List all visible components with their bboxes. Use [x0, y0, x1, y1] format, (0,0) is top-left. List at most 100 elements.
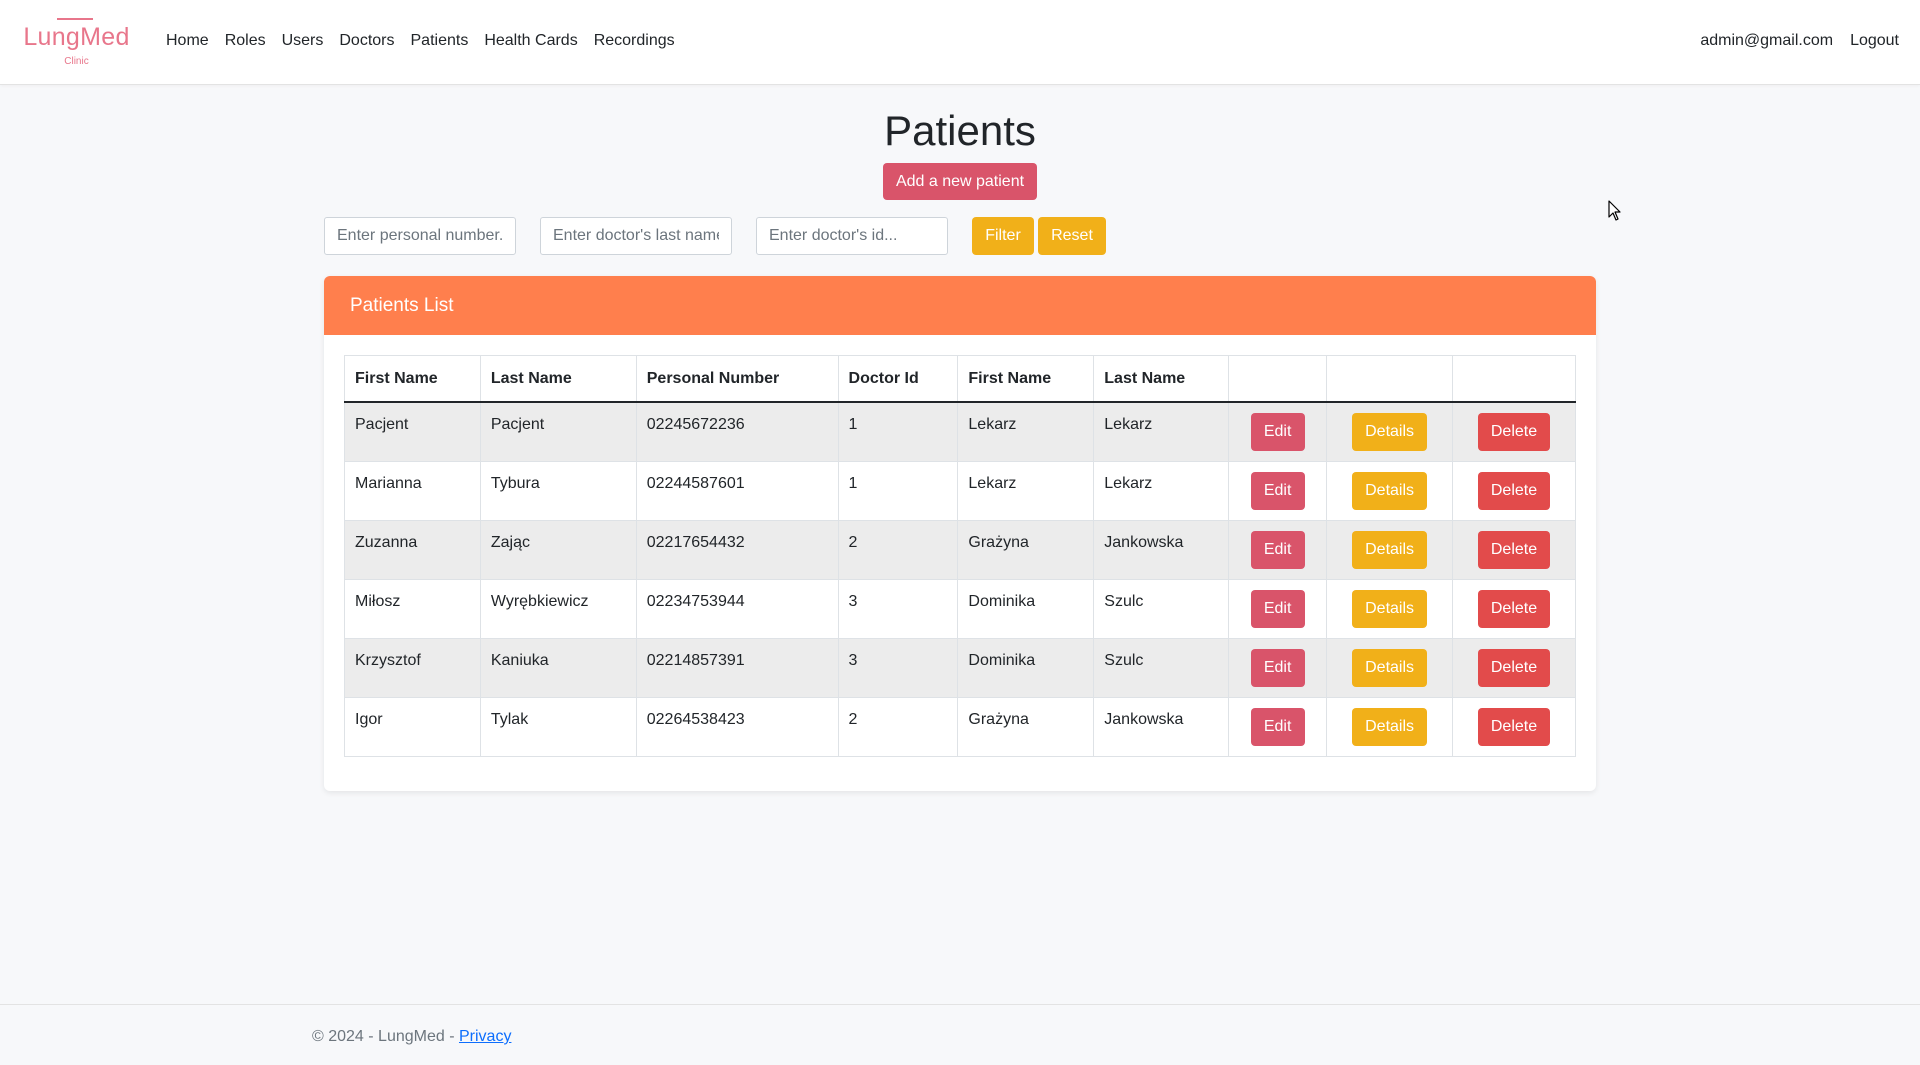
- footer-copyright: © 2024 - LungMed -: [312, 1028, 459, 1045]
- column-header-doctor-first-name: First Name: [957, 355, 1095, 403]
- details-button[interactable]: Details: [1352, 413, 1428, 451]
- cell-doctor-first-name: Grażyna: [957, 519, 1095, 580]
- nav-item-doctors[interactable]: Doctors: [339, 30, 394, 52]
- cell-edit: Edit: [1228, 637, 1328, 698]
- page-title: Patients: [884, 107, 1036, 154]
- cell-details: Details: [1326, 519, 1454, 580]
- card-header: Patients List: [324, 276, 1596, 335]
- cell-edit: Edit: [1228, 696, 1328, 757]
- cell-doctor-last-name: Jankowska: [1093, 519, 1230, 580]
- patients-list-card: Patients List First Name Last Name Perso…: [324, 276, 1596, 791]
- cell-personal-number: 02234753944: [635, 578, 839, 639]
- cell-last-name: Tybura: [479, 460, 637, 521]
- nav-item-users[interactable]: Users: [282, 30, 324, 52]
- delete-button[interactable]: Delete: [1478, 589, 1550, 628]
- cell-delete: Delete: [1452, 401, 1576, 462]
- edit-button[interactable]: Edit: [1250, 413, 1305, 451]
- cell-doctor-first-name: Dominika: [957, 637, 1095, 698]
- footer: © 2024 - LungMed - Privacy: [0, 1004, 1920, 1065]
- details-button[interactable]: Details: [1352, 530, 1428, 569]
- brand-accent-bar: [57, 18, 93, 20]
- cell-doctor-last-name: Szulc: [1093, 578, 1230, 639]
- cell-doctor-id: 2: [837, 696, 959, 757]
- cell-edit: Edit: [1228, 401, 1328, 462]
- cell-delete: Delete: [1452, 696, 1576, 757]
- edit-button[interactable]: Edit: [1250, 471, 1305, 510]
- logout-link[interactable]: Logout: [1850, 30, 1899, 52]
- footer-text: © 2024 - LungMed - Privacy: [312, 1026, 511, 1048]
- column-header-doctor-id: Doctor Id: [837, 355, 959, 403]
- delete-button[interactable]: Delete: [1478, 413, 1550, 451]
- nav-links: Home Roles Users Doctors Patients Health…: [166, 30, 691, 52]
- cell-details: Details: [1326, 696, 1454, 757]
- cell-delete: Delete: [1452, 578, 1576, 639]
- cell-first-name: Miłosz: [344, 578, 481, 639]
- nav-item-home[interactable]: Home: [166, 30, 209, 52]
- column-header-edit: [1228, 355, 1328, 403]
- cell-first-name: Krzysztof: [344, 637, 481, 698]
- add-patient-button[interactable]: Add a new patient: [883, 163, 1037, 200]
- table-row: Miłosz Wyrębkiewicz 02234753944 3 Domini…: [344, 578, 1576, 639]
- cell-doctor-first-name: Dominika: [957, 578, 1095, 639]
- mouse-pointer-icon: [1608, 200, 1621, 221]
- personal-number-filter-input[interactable]: [324, 217, 516, 255]
- card-title: Patients List: [350, 295, 454, 316]
- top-navbar: LungMed Clinic Home Roles Users Doctors …: [0, 0, 1920, 85]
- details-button[interactable]: Details: [1352, 471, 1428, 510]
- edit-button[interactable]: Edit: [1250, 589, 1305, 628]
- cell-edit: Edit: [1228, 578, 1328, 639]
- cell-details: Details: [1326, 578, 1454, 639]
- cell-delete: Delete: [1452, 460, 1576, 521]
- table-row: Zuzanna Zając 02217654432 2 Grażyna Jank…: [344, 519, 1576, 580]
- edit-button[interactable]: Edit: [1250, 530, 1305, 569]
- delete-button[interactable]: Delete: [1478, 648, 1550, 687]
- table-row: Marianna Tybura 02244587601 1 Lekarz Lek…: [344, 460, 1576, 521]
- cell-first-name: Marianna: [344, 460, 481, 521]
- delete-button[interactable]: Delete: [1478, 530, 1550, 569]
- delete-button[interactable]: Delete: [1478, 471, 1550, 510]
- details-button[interactable]: Details: [1352, 707, 1428, 746]
- cell-edit: Edit: [1228, 519, 1328, 580]
- details-button[interactable]: Details: [1352, 648, 1428, 687]
- doctor-last-name-filter-input[interactable]: [540, 217, 732, 255]
- brand-name: LungMed: [23, 23, 130, 51]
- patients-table: First Name Last Name Personal Number Doc…: [344, 355, 1576, 757]
- brand-logo[interactable]: LungMed Clinic: [19, 16, 134, 70]
- cell-doctor-last-name: Jankowska: [1093, 696, 1230, 757]
- details-button[interactable]: Details: [1352, 589, 1428, 628]
- nav-item-recordings[interactable]: Recordings: [594, 30, 675, 52]
- nav-item-health-cards[interactable]: Health Cards: [484, 30, 577, 52]
- cell-first-name: Zuzanna: [344, 519, 481, 580]
- edit-button[interactable]: Edit: [1250, 707, 1305, 746]
- cell-doctor-first-name: Lekarz: [957, 460, 1095, 521]
- column-header-doctor-last-name: Last Name: [1093, 355, 1230, 403]
- nav-item-roles[interactable]: Roles: [225, 30, 266, 52]
- table-row: Pacjent Pacjent 02245672236 1 Lekarz Lek…: [344, 401, 1576, 462]
- cell-last-name: Wyrębkiewicz: [479, 578, 637, 639]
- cell-doctor-last-name: Szulc: [1093, 637, 1230, 698]
- column-header-personal-number: Personal Number: [635, 355, 839, 403]
- table-header-row: First Name Last Name Personal Number Doc…: [344, 355, 1576, 403]
- cell-doctor-id: 1: [837, 401, 959, 462]
- nav-user-area: admin@gmail.com Logout: [1700, 30, 1899, 52]
- user-email: admin@gmail.com: [1700, 32, 1834, 49]
- cell-last-name: Zając: [479, 519, 637, 580]
- privacy-link[interactable]: Privacy: [459, 1028, 511, 1045]
- nav-item-patients[interactable]: Patients: [411, 30, 469, 52]
- doctor-id-filter-input[interactable]: [756, 217, 948, 255]
- brand-subtitle: Clinic: [64, 56, 89, 67]
- cell-personal-number: 02245672236: [635, 401, 839, 462]
- column-header-last-name: Last Name: [479, 355, 637, 403]
- filter-button[interactable]: Filter: [972, 217, 1034, 255]
- delete-button[interactable]: Delete: [1478, 707, 1550, 746]
- table-row: Igor Tylak 02264538423 2 Grażyna Jankows…: [344, 696, 1576, 757]
- cell-delete: Delete: [1452, 519, 1576, 580]
- cell-doctor-id: 3: [837, 578, 959, 639]
- cell-personal-number: 02264538423: [635, 696, 839, 757]
- reset-button[interactable]: Reset: [1038, 217, 1106, 255]
- column-header-delete: [1452, 355, 1576, 403]
- cell-doctor-id: 1: [837, 460, 959, 521]
- column-header-first-name: First Name: [344, 355, 481, 403]
- cell-doctor-id: 3: [837, 637, 959, 698]
- edit-button[interactable]: Edit: [1250, 648, 1305, 687]
